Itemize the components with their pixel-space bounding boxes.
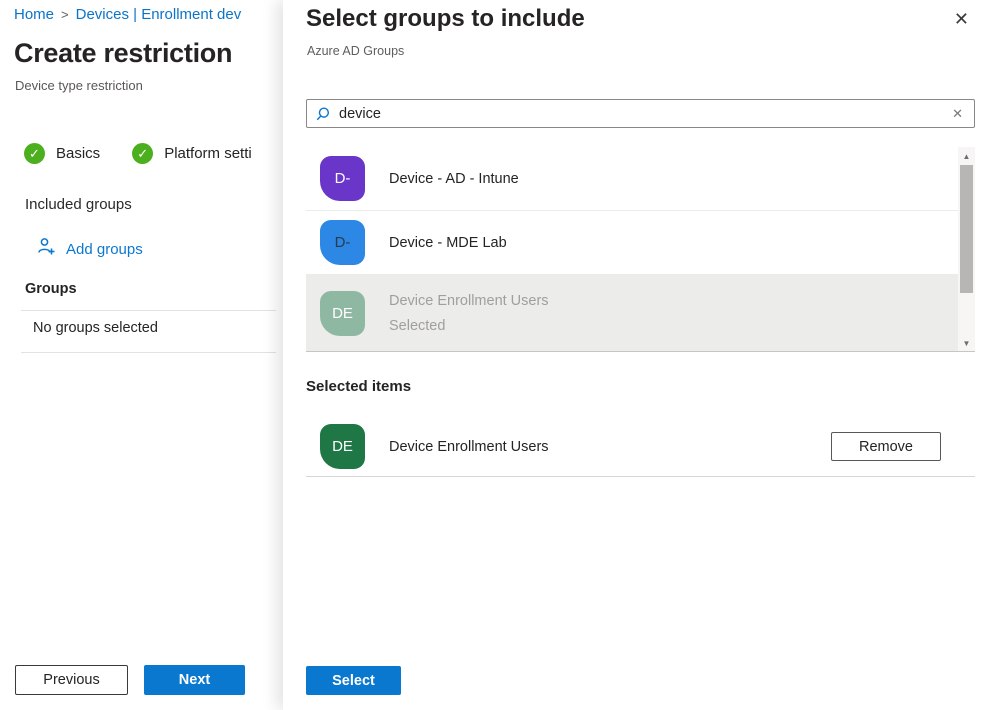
group-search-box: ✕ <box>306 99 975 128</box>
breadcrumb-devices-link[interactable]: Devices | Enrollment dev <box>76 6 242 23</box>
clear-search-icon[interactable]: ✕ <box>949 106 966 122</box>
search-icon <box>315 106 331 122</box>
search-input[interactable] <box>339 106 949 122</box>
person-add-icon <box>37 237 56 261</box>
select-button[interactable]: Select <box>306 666 401 695</box>
group-avatar: D- <box>320 156 365 201</box>
intune-create-restriction-screen: Home > Devices | Enrollment dev Create res… <box>0 0 995 710</box>
tab-basics-label: Basics <box>56 145 100 162</box>
check-circle-icon: ✓ <box>132 143 153 164</box>
avatar-initials: DE <box>332 438 353 455</box>
scroll-up-icon[interactable]: ▲ <box>958 148 975 164</box>
group-result-row[interactable]: D- Device - AD - Intune <box>306 147 958 211</box>
group-result-row-selected[interactable]: DE Device Enrollment Users Selected <box>306 275 958 351</box>
remove-button[interactable]: Remove <box>831 432 941 461</box>
tab-platform-settings-label: Platform setti <box>164 145 252 162</box>
previous-button[interactable]: Previous <box>15 665 128 695</box>
divider <box>21 352 276 353</box>
divider <box>21 310 276 311</box>
breadcrumb: Home > Devices | Enrollment dev <box>14 6 241 23</box>
selected-items-heading: Selected items <box>306 378 411 395</box>
included-groups-heading: Included groups <box>25 196 132 213</box>
create-restriction-page: Home > Devices | Enrollment dev Create res… <box>0 0 283 710</box>
panel-subtitle: Azure AD Groups <box>307 44 404 58</box>
breadcrumb-separator: > <box>61 7 69 22</box>
selected-item-row: DE Device Enrollment Users Remove <box>306 417 975 477</box>
avatar-initials: DE <box>332 305 353 322</box>
no-groups-selected-text: No groups selected <box>33 320 158 336</box>
group-avatar: DE <box>320 291 365 336</box>
scroll-down-icon[interactable]: ▼ <box>958 335 975 351</box>
group-name: Device - AD - Intune <box>389 171 519 187</box>
check-circle-icon: ✓ <box>24 143 45 164</box>
tab-platform-settings[interactable]: ✓ Platform setti <box>132 143 252 164</box>
group-avatar: D- <box>320 220 365 265</box>
wizard-footer: Previous Next <box>15 665 245 695</box>
selected-group-name: Device Enrollment Users <box>389 439 549 455</box>
next-button[interactable]: Next <box>144 665 245 695</box>
tab-basics[interactable]: ✓ Basics <box>24 143 100 164</box>
group-results-list: D- Device - AD - Intune D- Device - MDE … <box>306 147 975 352</box>
scrollbar-thumb[interactable] <box>960 165 973 293</box>
group-name: Device Enrollment Users <box>389 293 549 309</box>
group-result-row[interactable]: D- Device - MDE Lab <box>306 211 958 275</box>
add-groups-label: Add groups <box>66 241 143 258</box>
group-name: Device - MDE Lab <box>389 235 507 251</box>
wizard-steps: ✓ Basics ✓ Platform setti <box>24 143 270 164</box>
add-groups-button[interactable]: Add groups <box>37 237 143 261</box>
groups-column-header: Groups <box>25 281 77 297</box>
group-selected-status: Selected <box>389 318 549 334</box>
results-scrollbar[interactable]: ▲ ▼ <box>958 147 975 352</box>
avatar-initials: D- <box>335 170 351 187</box>
page-subtitle: Device type restriction <box>15 78 143 93</box>
avatar-initials: D- <box>335 234 351 251</box>
select-groups-panel: Select groups to include Azure AD Groups… <box>283 0 995 710</box>
group-avatar: DE <box>320 424 365 469</box>
close-icon[interactable]: ✕ <box>954 10 969 28</box>
page-title: Create restriction <box>14 38 232 69</box>
breadcrumb-home-link[interactable]: Home <box>14 6 54 23</box>
panel-title: Select groups to include <box>306 5 585 33</box>
